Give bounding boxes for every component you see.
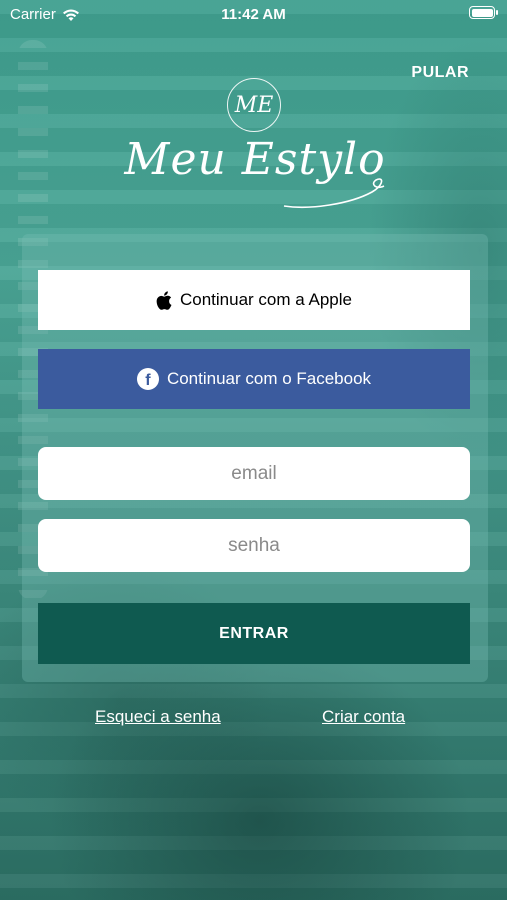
apple-signin-label: Continuar com a Apple [180, 290, 352, 309]
apple-signin-button[interactable]: Continuar com a Apple [38, 270, 470, 330]
logo-flourish-icon [283, 178, 385, 209]
clock: 11:42 AM [221, 6, 286, 23]
skip-button[interactable]: PULAR [411, 64, 469, 82]
status-bar: Carrier 11:42 AM [0, 0, 507, 30]
apple-icon [156, 290, 172, 310]
facebook-signin-label: Continuar com o Facebook [166, 369, 372, 388]
logo-monogram: ME [227, 78, 281, 132]
facebook-icon: f [136, 368, 159, 390]
email-field[interactable] [38, 447, 470, 500]
password-field[interactable] [38, 519, 470, 572]
forgot-password-link[interactable]: Esqueci a senha [95, 707, 221, 727]
create-account-link[interactable]: Criar conta [322, 707, 405, 727]
facebook-signin-button[interactable]: f Continuar com o Facebook [38, 349, 470, 409]
enter-button[interactable]: ENTRAR [38, 603, 470, 664]
app-logo: ME Meu Estylo [120, 76, 390, 212]
battery-icon [469, 6, 498, 19]
